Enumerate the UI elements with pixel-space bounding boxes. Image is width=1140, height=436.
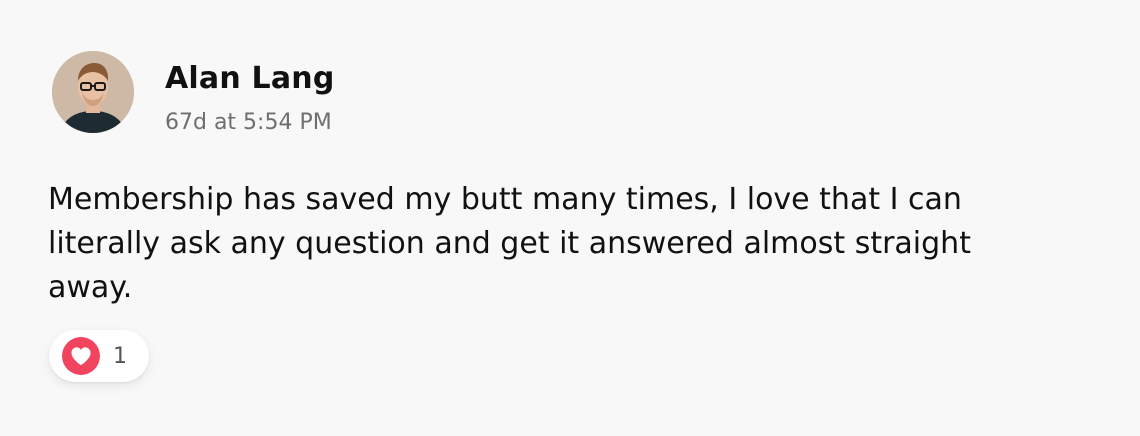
reaction-button[interactable]: 1 [49,330,149,382]
avatar[interactable] [52,51,134,133]
post-timestamp[interactable]: 67d at 5:54 PM [165,110,332,135]
heart-icon [62,337,100,375]
reaction-count: 1 [113,343,127,369]
post-card: Alan Lang 67d at 5:54 PM Membership has … [0,0,1140,436]
author-name[interactable]: Alan Lang [165,61,335,96]
post-body: Membership has saved my butt many times,… [48,182,971,305]
